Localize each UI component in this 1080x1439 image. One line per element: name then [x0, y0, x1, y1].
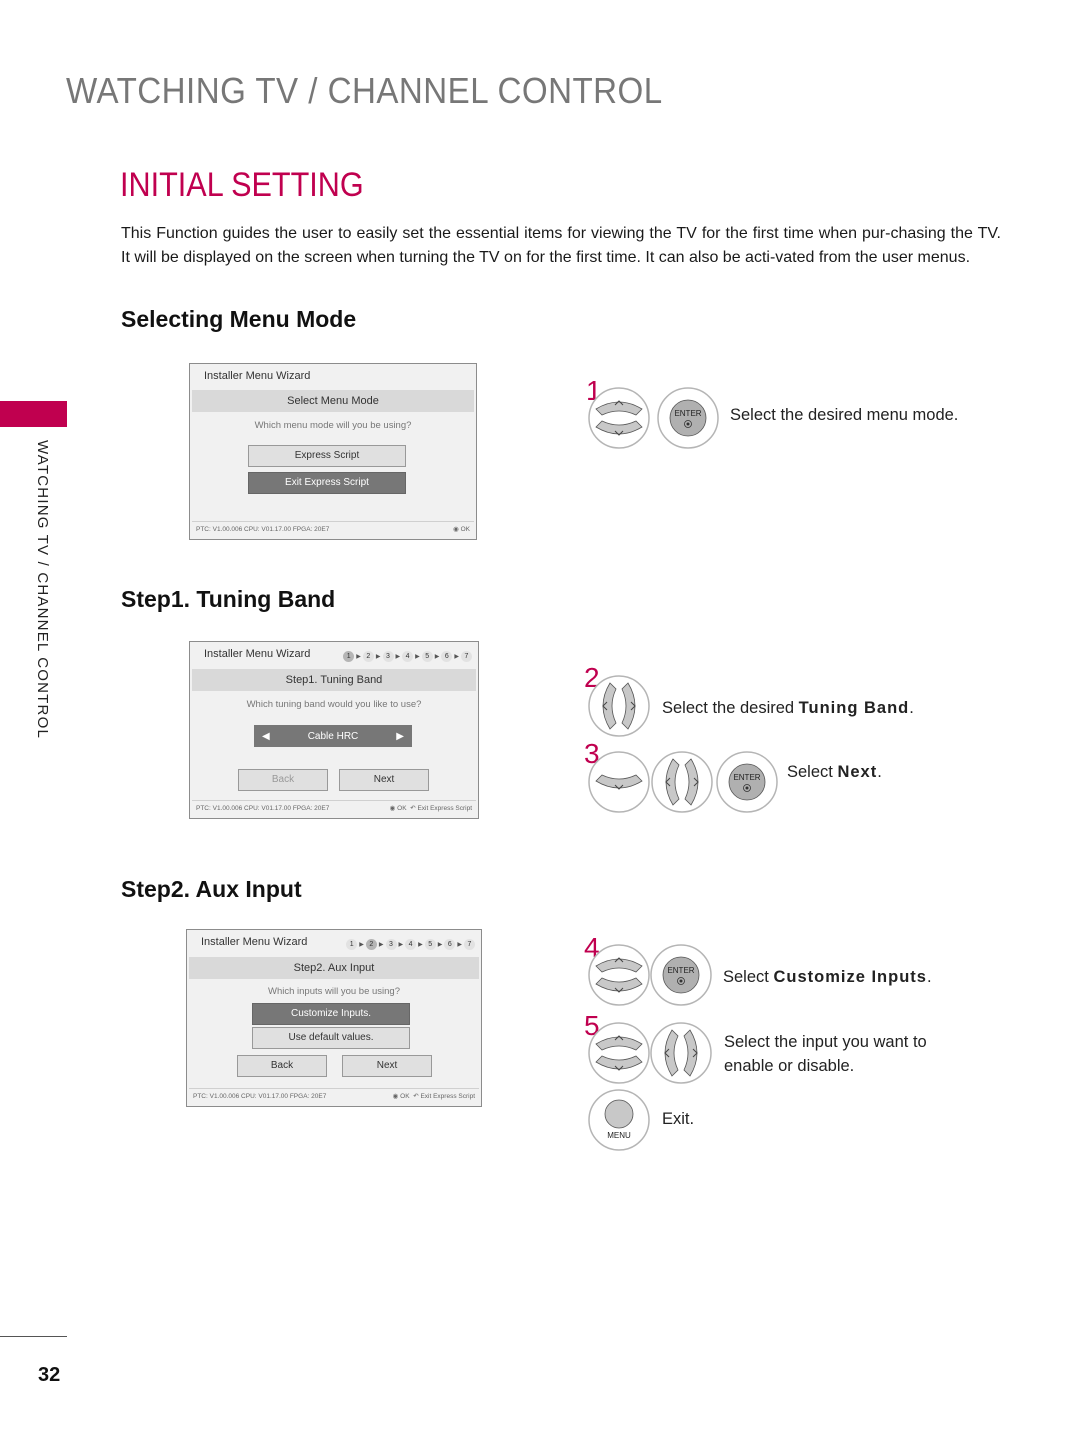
instruction-prefix: Select [787, 763, 838, 781]
left-right-icon [588, 675, 650, 737]
osd-title: Installer Menu Wizard [201, 936, 308, 948]
step-indicator: 6 [441, 651, 453, 662]
step-indicator: 7 [461, 651, 472, 662]
enter-icon: ENTER [657, 387, 719, 449]
instruction-suffix: . [926, 968, 932, 986]
right-arrow-icon[interactable]: ▶ [396, 731, 404, 742]
subsection-title-menu-mode: Selecting Menu Mode [121, 306, 357, 332]
side-chapter-label: WATCHING TV / CHANNEL CONTROL [34, 440, 51, 739]
instruction-prefix: Select [723, 968, 774, 986]
ok-icon: ◉ [389, 805, 396, 812]
up-down-icon [588, 387, 650, 449]
back-button[interactable]: Back [238, 769, 328, 791]
osd-title: Installer Menu Wizard [204, 648, 311, 660]
step-indicator: 3 [385, 939, 397, 950]
step-indicator: 6 [444, 939, 456, 950]
enter-icon: ENTER [650, 944, 712, 1006]
enter-label: ENTER [667, 966, 694, 975]
step-indicator: 5 [421, 651, 433, 662]
tuning-band-value: Cable HRC [307, 730, 359, 742]
up-down-icon [588, 1022, 650, 1084]
down-icon [588, 751, 650, 813]
osd-band-title: Step1. Tuning Band [192, 669, 476, 691]
ok-icon: ◉ [392, 1093, 399, 1100]
instruction-keyword: Tuning Band [798, 699, 910, 717]
step-indicator: 1 [346, 939, 358, 950]
osd-footer: PTC: V1.00.006 CPU: V01.17.00 FPGA: 20E7… [192, 800, 476, 816]
ok-label: OK [397, 805, 407, 812]
step-progress: 1 ▶ 2 ▶ 3 ▶ 4 ▶ 5 ▶ 6 ▶ 7 [343, 651, 472, 662]
left-arrow-icon[interactable]: ◀ [262, 731, 270, 742]
ok-label: OK [460, 526, 470, 533]
osd-question: Which menu mode will you be using? [254, 420, 412, 431]
osd-aux-input: Installer Menu Wizard 1 ▶ 2 ▶ 3 ▶ 4 ▶ 5 ▶ 6 ▶ … [186, 929, 482, 1107]
enter-label: ENTER [674, 409, 701, 418]
exit-express-label: Exit Express Script [420, 1093, 475, 1100]
return-icon: ↶ [410, 805, 416, 812]
enter-icon: ENTER [716, 751, 778, 813]
exit-express-label: Exit Express Script [417, 805, 472, 812]
osd-footer: PTC: V1.00.006 CPU: V01.17.00 FPGA: 20E7… [192, 521, 474, 537]
instruction-text: Select the desired Tuning Band. [662, 696, 914, 720]
instruction-suffix: . [877, 763, 882, 781]
intro-paragraph: This Function guides the user to easily … [121, 225, 1001, 266]
customize-inputs-option[interactable]: Customize Inputs. [252, 1003, 410, 1025]
tuning-band-selector[interactable]: ◀ Cable HRC ▶ [254, 725, 412, 747]
instruction-keyword: Customize Inputs [773, 968, 927, 986]
step-progress: 1 ▶ 2 ▶ 3 ▶ 4 ▶ 5 ▶ 6 ▶ 7 [346, 939, 475, 950]
return-icon: ↶ [413, 1093, 419, 1100]
chapter-title: WATCHING TV / CHANNEL CONTROL [66, 70, 663, 111]
express-script-option[interactable]: Express Script [248, 445, 406, 467]
back-button[interactable]: Back [237, 1055, 327, 1077]
section-title: INITIAL SETTING [120, 166, 364, 204]
version-info: PTC: V1.00.006 CPU: V01.17.00 FPGA: 20E7 [196, 805, 330, 812]
side-tab-marker [0, 401, 67, 427]
instruction-text: Select Next. [787, 760, 882, 784]
osd-footer: PTC: V1.00.006 CPU: V01.17.00 FPGA: 20E7… [189, 1088, 479, 1104]
step-indicator: 3 [382, 651, 394, 662]
instruction-text: Select Customize Inputs. [723, 965, 932, 989]
instruction-suffix: . [909, 699, 914, 717]
next-button[interactable]: Next [342, 1055, 432, 1077]
instruction-keyword: Next [837, 763, 878, 781]
step-indicator: 5 [424, 939, 436, 950]
osd-question: Which tuning band would you like to use? [246, 699, 422, 710]
version-info: PTC: V1.00.006 CPU: V01.17.00 FPGA: 20E7 [193, 1093, 327, 1100]
exit-express-script-option[interactable]: Exit Express Script [248, 472, 406, 494]
step-indicator: 2 [365, 939, 377, 950]
step-indicator: 2 [362, 651, 374, 662]
subsection-title-tuning-band: Step1. Tuning Band [121, 586, 336, 612]
step-indicator: 4 [402, 651, 414, 662]
osd-question: Which inputs will you be using? [267, 986, 400, 997]
osd-band-title: Step2. Aux Input [189, 957, 479, 979]
menu-icon: MENU [588, 1089, 650, 1151]
left-right-icon [650, 1022, 712, 1084]
left-right-icon [651, 751, 713, 813]
next-button[interactable]: Next [339, 769, 429, 791]
footer-divider [0, 1336, 67, 1337]
instruction-text: Select the input you want to enable or d… [724, 1033, 927, 1075]
step-indicator: 7 [464, 939, 475, 950]
step-indicator: 4 [405, 939, 417, 950]
osd-title: Installer Menu Wizard [204, 370, 311, 382]
osd-tuning-band: Installer Menu Wizard 1 ▶ 2 ▶ 3 ▶ 4 ▶ 5 ▶ 6 ▶ … [189, 641, 479, 819]
osd-select-menu-mode: Installer Menu Wizard Select Menu Mode W… [189, 363, 477, 540]
version-info: PTC: V1.00.006 CPU: V01.17.00 FPGA: 20E7 [196, 526, 330, 533]
subsection-title-aux-input: Step2. Aux Input [121, 876, 302, 902]
instruction-prefix: Select the desired [662, 699, 799, 717]
page-number: 32 [38, 1364, 61, 1386]
menu-label: MENU [607, 1131, 631, 1140]
ok-label: OK [400, 1093, 410, 1100]
osd-band-title: Select Menu Mode [192, 390, 474, 412]
use-default-values-option[interactable]: Use default values. [252, 1027, 410, 1049]
instruction-text: Exit. [662, 1110, 695, 1128]
step-indicator: 1 [343, 651, 355, 662]
instruction-text: Select the desired menu mode. [730, 406, 959, 424]
up-down-icon [588, 944, 650, 1006]
enter-label: ENTER [733, 773, 760, 782]
ok-icon: ◉ [453, 526, 459, 533]
